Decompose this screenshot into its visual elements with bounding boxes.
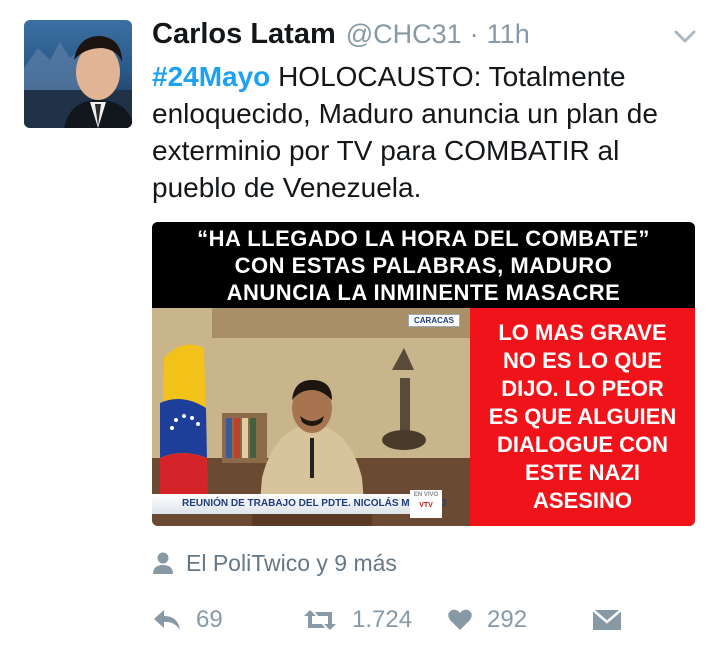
reply-count: 69 bbox=[196, 606, 223, 633]
social-context-text: El PoliTwico y 9 más bbox=[186, 549, 397, 576]
like-count: 292 bbox=[487, 606, 528, 633]
separator: · bbox=[469, 19, 479, 49]
tv-photo: CARACAS REUNIÓN DE TRABAJO DEL PDTE. NIC… bbox=[152, 308, 470, 526]
avatar[interactable] bbox=[24, 20, 132, 128]
retweet-icon bbox=[304, 610, 336, 630]
tweet-media[interactable]: “HA LLEGADO LA HORA DEL COMBATE” CON EST… bbox=[152, 222, 695, 526]
side-line: DIJO. LO PEOR bbox=[501, 376, 664, 401]
side-line: ESTE NAZI bbox=[525, 460, 640, 485]
side-line: NO ES LO QUE bbox=[503, 348, 662, 373]
side-line: DIALOGUE CON bbox=[496, 432, 669, 457]
author-handle[interactable]: @CHC31 bbox=[346, 19, 462, 50]
author-name[interactable]: Carlos Latam bbox=[152, 18, 336, 51]
person-icon bbox=[153, 552, 173, 574]
reply-button[interactable]: 69 bbox=[152, 600, 223, 640]
tv-location-tag: CARACAS bbox=[408, 314, 460, 327]
headline-line: CON ESTAS PALABRAS, MADURO bbox=[234, 253, 613, 278]
chevron-down-icon[interactable] bbox=[672, 26, 698, 46]
envelope-icon bbox=[592, 609, 622, 630]
heart-icon bbox=[448, 609, 472, 630]
like-button[interactable]: 292 bbox=[447, 600, 527, 640]
hashtag-link[interactable]: #24Mayo bbox=[152, 61, 270, 92]
tweet-header: Carlos Latam @CHC31 · 11h bbox=[152, 18, 530, 54]
tweet-actions: 69 1.724 292 bbox=[152, 600, 632, 640]
headline-line: “HA LLEGADO LA HORA DEL COMBATE” bbox=[197, 226, 650, 251]
social-context[interactable]: El PoliTwico y 9 más bbox=[152, 546, 397, 580]
side-line: ES QUE ALGUIEN bbox=[488, 404, 677, 429]
side-line: ASESINO bbox=[532, 488, 633, 513]
media-headline: “HA LLEGADO LA HORA DEL COMBATE” CON EST… bbox=[152, 222, 695, 308]
tv-logo-text: VTV bbox=[419, 502, 433, 509]
direct-message-button[interactable] bbox=[592, 600, 636, 640]
reply-icon bbox=[154, 610, 180, 630]
retweet-count: 1.724 bbox=[352, 606, 413, 633]
retweet-button[interactable]: 1.724 bbox=[302, 600, 412, 640]
tweet-text: #24Mayo HOLOCAUSTO: Totalmente enloqueci… bbox=[152, 58, 702, 206]
tv-channel-logo: EN VIVO VTV bbox=[410, 490, 442, 518]
headline-line: ANUNCIA LA INMINENTE MASACRE bbox=[226, 280, 621, 305]
tv-caption: REUNIÓN DE TRABAJO DEL PDTE. NICOLÁS MAD… bbox=[152, 494, 446, 514]
media-side-text: LO MAS GRAVE NO ES LO QUE DIJO. LO PEOR … bbox=[470, 308, 695, 526]
side-line: LO MAS GRAVE bbox=[498, 320, 667, 345]
timestamp[interactable]: 11h bbox=[487, 19, 530, 50]
